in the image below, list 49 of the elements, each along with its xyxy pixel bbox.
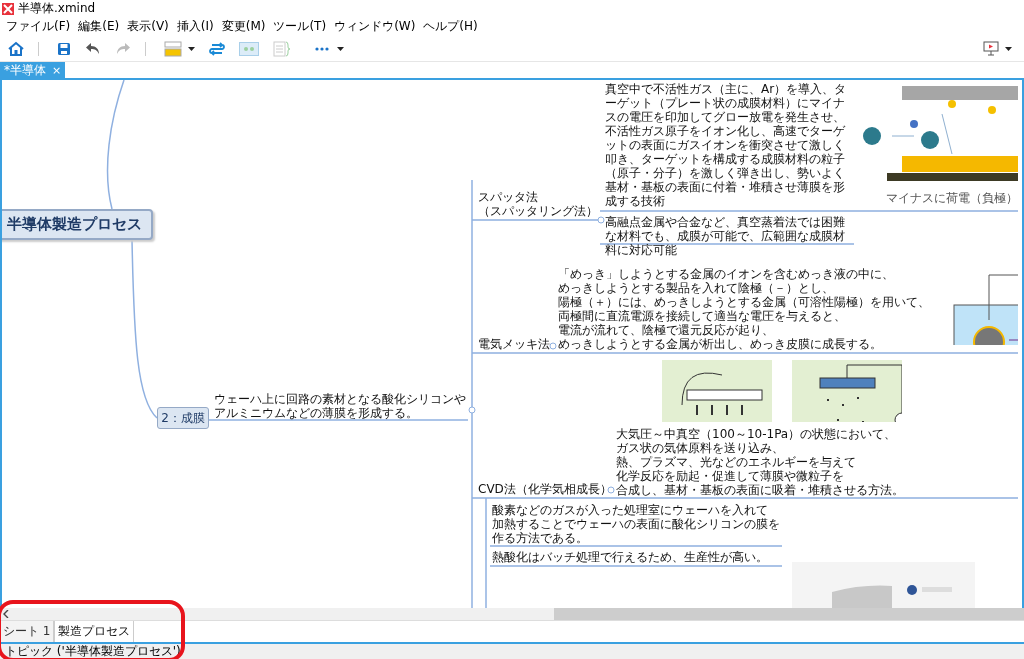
home-icon[interactable] [8, 40, 24, 57]
note-text: 熱、プラズマ、光などのエネルギーを与えて [616, 455, 856, 469]
scrollbar-thumb[interactable] [554, 608, 1024, 620]
caret-icon[interactable] [188, 46, 195, 51]
sheet-tab[interactable]: シート 1 [0, 621, 55, 642]
note-text: 酸素などのガスが入った処理室にウェーハを入れて [492, 503, 768, 517]
scroll-left-icon[interactable] [3, 610, 9, 618]
note-text: 「めっき」しようとする金属のイオンを含むめっき液の中に、 [558, 267, 894, 281]
save-icon[interactable] [57, 41, 71, 56]
topic-note: ウェーハ上に回路の素材となる酸化シリコンや [214, 392, 466, 406]
image-caption: マイナスに荷電（負極） [886, 190, 1018, 207]
menu-item[interactable]: 挿入(I) [172, 18, 218, 35]
menu-item[interactable]: ファイル(F) [2, 18, 75, 35]
note-text: 両極間に直流電源を接続して適当な電圧を与えると、 [558, 309, 846, 323]
note-text: 熱酸化はバッチ処理で行えるため、生産性が高い。 [492, 550, 768, 564]
caret-icon[interactable] [1005, 46, 1012, 51]
more-icon[interactable] [315, 46, 329, 51]
menu-item[interactable]: 編集(E) [74, 18, 124, 35]
branch-label[interactable]: スパッタ法 [478, 190, 538, 204]
window-title: 半導体.xmind [18, 0, 96, 17]
topic-note: アルミニウムなどの薄膜を形成する。 [214, 406, 418, 420]
sheet-tab[interactable]: 製造プロセス [54, 621, 135, 642]
menu-item[interactable]: 変更(M) [217, 18, 270, 35]
note-text: めっきしようとする金属が析出し、めっき皮膜に成長する。 [558, 337, 882, 351]
caret-icon[interactable] [337, 46, 344, 51]
menu-item[interactable]: ヘルプ(H) [419, 18, 482, 35]
menu-item[interactable]: 表示(V) [123, 18, 173, 35]
note-text: 化学反応を励起・促進して薄膜や微粒子を [616, 469, 844, 483]
note-text: 陽極（＋）には、めっきしようとする金属（可溶性陽極）を用いて、 [558, 295, 930, 309]
branch-label[interactable]: 電気メッキ法 [478, 337, 550, 351]
note-text: めっきしようとする製品を入れて陰極（－）とし、 [558, 281, 834, 295]
note-text: 加熱することでウェーハの表面に酸化シリコンの膜を [492, 517, 780, 531]
note-text: 電流が流れて、陰極で還元反応が起り、 [558, 323, 774, 337]
branch-label[interactable]: CVD法（化学気相成長） [478, 482, 612, 496]
note-text: 大気圧～中真空（100～10-1Pa）の状態において、 [616, 427, 897, 441]
topic-node[interactable]: 2：成膜 [157, 407, 209, 429]
app-logo-icon [2, 2, 14, 15]
note-text: 作る方法である。 [492, 531, 588, 545]
branch-label[interactable]: （スパッタリング法） [478, 204, 598, 218]
central-topic[interactable]: 半導体製造プロセス [2, 209, 153, 240]
swap-arrows-icon[interactable] [209, 41, 225, 56]
note-text: 真空中で不活性ガス（主に、Ar）を導入、ターゲット（プレート状の成膜材料）にマイナスの電圧を印加してグロー放電を発生させ、不活性ガス原子をイオン化し、高速でターゲットの表面にガスイオンを衝突させて激しく叩き、ターゲットを構成する成膜材料の粒子（原子・分子）を激しく弾き出し、勢いよく基材・基板の表面に付着・堆積させ薄膜を形成する技術 [605, 82, 848, 208]
note-text: 高融点金属や合金など、真空蒸着法では困難な材料でも、成膜が可能で、広範囲な成膜材料に対応可能 [605, 215, 846, 257]
menu-item[interactable]: ツール(T) [269, 18, 331, 35]
menu-item[interactable]: ウィンドウ(W) [330, 18, 420, 35]
presentation-icon[interactable] [983, 41, 999, 56]
note-text: 合成し、基材・基板の表面に吸着・堆積させる方法。 [616, 483, 904, 497]
undo-icon[interactable] [85, 41, 101, 56]
note-text: ガス状の気体原料を送り込み、 [616, 441, 784, 455]
